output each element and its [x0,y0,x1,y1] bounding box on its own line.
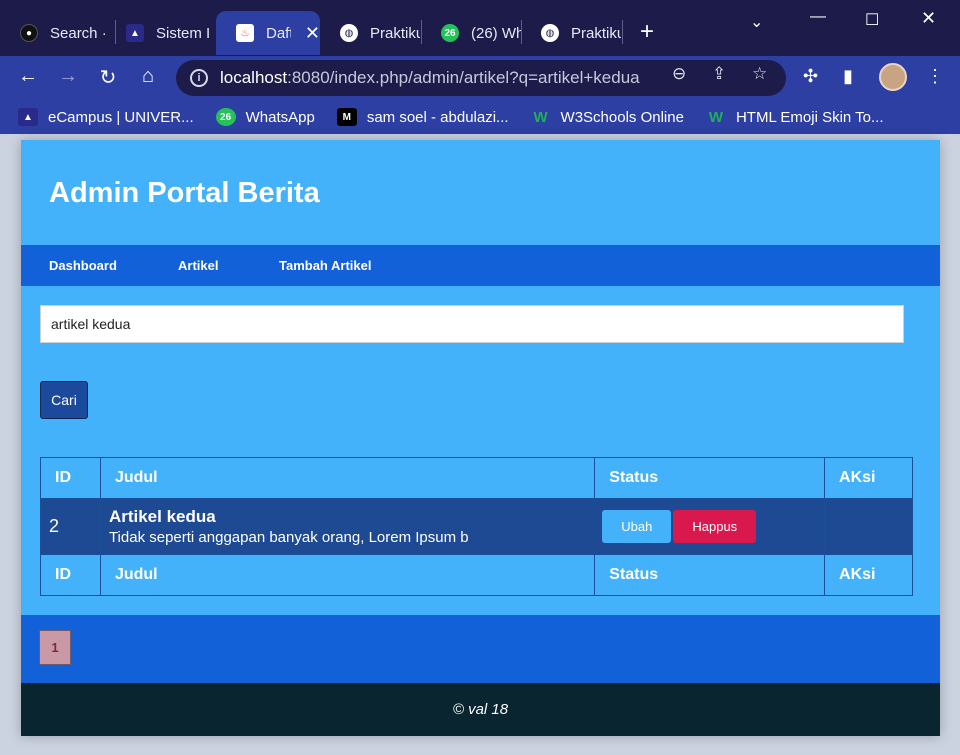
action-cell [824,498,913,555]
tab-title: (26) Wh [471,24,521,42]
search-input[interactable] [40,305,904,343]
bookmark-item[interactable]: ▲ eCampus | UNIVER... [18,108,194,126]
bookmarks-bar: ▲ eCampus | UNIVER... 26 WhatsApp M sam … [0,100,960,134]
tab-title: Sistem I [156,24,211,42]
home-icon[interactable]: ⌂ [135,65,161,88]
share-icon[interactable]: ⇪ [712,64,726,84]
search-button[interactable]: Cari [40,381,88,419]
back-icon[interactable]: ← [15,65,41,88]
browser-tab[interactable]: ◍ Praktiku [320,11,420,55]
pagination: 1 [21,615,940,683]
article-table: ID Judul Status AKsi 2 Artikel kedua Tid… [40,457,913,596]
minimize-icon[interactable]: — [810,8,826,26]
browser-tab[interactable]: ● Search · [0,11,115,55]
zoom-icon[interactable]: ⊖ [672,64,686,84]
globe-icon: ◍ [340,24,358,42]
browser-tab[interactable]: ◍ Praktiku [521,11,621,55]
bookmark-label: HTML Emoji Skin To... [735,108,884,126]
url-text[interactable]: localhost:8080/index.php/admin/artikel?q… [220,68,660,88]
w3schools-icon: W [533,108,548,126]
article-id: 2 [40,498,101,555]
bookmark-label: W3Schools Online [560,108,684,126]
bookmark-label: WhatsApp [245,108,315,126]
browser-toolbar: ← → ↻ ⌂ i localhost:8080/index.php/admin… [0,56,960,100]
extensions-icon[interactable]: ✣ [803,66,818,87]
window-close-icon[interactable]: ✕ [921,8,936,29]
codeigniter-icon: ♨ [236,24,254,42]
article-snippet: Tidak seperti anggapan banyak orang, Lor… [108,529,469,546]
nav-link-tambah-artikel[interactable]: Tambah Artikel [279,258,371,273]
reload-icon[interactable]: ↻ [95,65,121,90]
menu-icon[interactable]: ⋮ [926,66,944,87]
medium-icon: M [336,108,357,126]
page-title: Admin Portal Berita [49,177,320,209]
column-footer-judul: Judul [99,554,596,596]
whatsapp-icon: 26 [215,108,236,126]
tab-title: Praktiku [571,24,621,42]
browser-tab[interactable]: 26 (26) Wh [421,11,521,55]
browser-tab[interactable]: ▲ Sistem I [106,11,216,55]
browser-tab-bar: ● Search · ▲ Sistem I ♨ Daft ✕ ◍ Praktik… [0,0,960,56]
column-header-aksi: AKsi [824,457,913,499]
bookmark-item[interactable]: W HTML Emoji Skin To... [706,108,884,126]
close-icon[interactable]: ✕ [305,23,320,44]
column-header-id: ID [40,457,101,499]
address-bar[interactable]: i localhost:8080/index.php/admin/artikel… [176,60,786,96]
bookmark-item[interactable]: M sam soel - abdulazi... [336,108,509,126]
forward-icon[interactable]: → [55,65,81,88]
tab-title: Daft [266,24,291,42]
column-header-status: Status [594,457,826,499]
bookmark-item[interactable]: 26 WhatsApp [215,108,315,126]
github-icon: ● [20,24,38,42]
tab-title: Search · [50,24,107,42]
nav-link-artikel[interactable]: Artikel [178,258,218,273]
table-footer-row: ID Judul Status AKsi [40,554,913,596]
tab-separator [622,20,623,44]
table-row: 2 Artikel kedua Tidak seperti anggapan b… [40,498,913,555]
status-cell: Ubah Happus [594,498,826,555]
column-footer-aksi: AKsi [824,554,913,596]
side-panel-icon[interactable]: ▮ [843,66,853,87]
bookmark-item[interactable]: W W3Schools Online [531,108,684,126]
profile-avatar[interactable] [879,63,907,91]
w3schools-icon: W [708,108,724,126]
column-header-judul: Judul [99,457,596,499]
tab-search-icon[interactable]: ⌄ [750,12,763,32]
main-nav: Dashboard Artikel Tambah Artikel [21,245,940,286]
campus-icon: ▲ [18,108,38,126]
article-title: Artikel kedua [108,507,216,526]
browser-tab-active[interactable]: ♨ Daft ✕ [216,11,320,55]
maximize-icon[interactable]: ☐ [865,10,879,30]
globe-icon: ◍ [541,24,559,42]
site-footer: © val 18 [21,683,940,736]
column-footer-status: Status [594,554,826,596]
new-tab-button[interactable]: + [640,20,654,44]
campus-icon: ▲ [126,24,144,42]
whatsapp-icon: 26 [441,24,459,42]
tab-title: Praktiku [370,24,420,42]
article-cell: Artikel kedua Tidak seperti anggapan ban… [99,498,596,555]
bookmark-label: eCampus | UNIVER... [48,108,194,126]
column-footer-id: ID [40,554,101,596]
delete-button[interactable]: Happus [673,510,757,543]
site-info-icon[interactable]: i [190,69,208,87]
table-header-row: ID Judul Status AKsi [40,457,913,499]
page-number-button[interactable]: 1 [39,630,71,665]
bookmark-star-icon[interactable]: ☆ [752,64,767,84]
site-header: Admin Portal Berita [21,140,940,245]
nav-link-dashboard[interactable]: Dashboard [49,258,117,273]
bookmark-label: sam soel - abdulazi... [366,108,509,126]
page-container: Admin Portal Berita Dashboard Artikel Ta… [21,140,940,736]
edit-button[interactable]: Ubah [602,510,672,543]
